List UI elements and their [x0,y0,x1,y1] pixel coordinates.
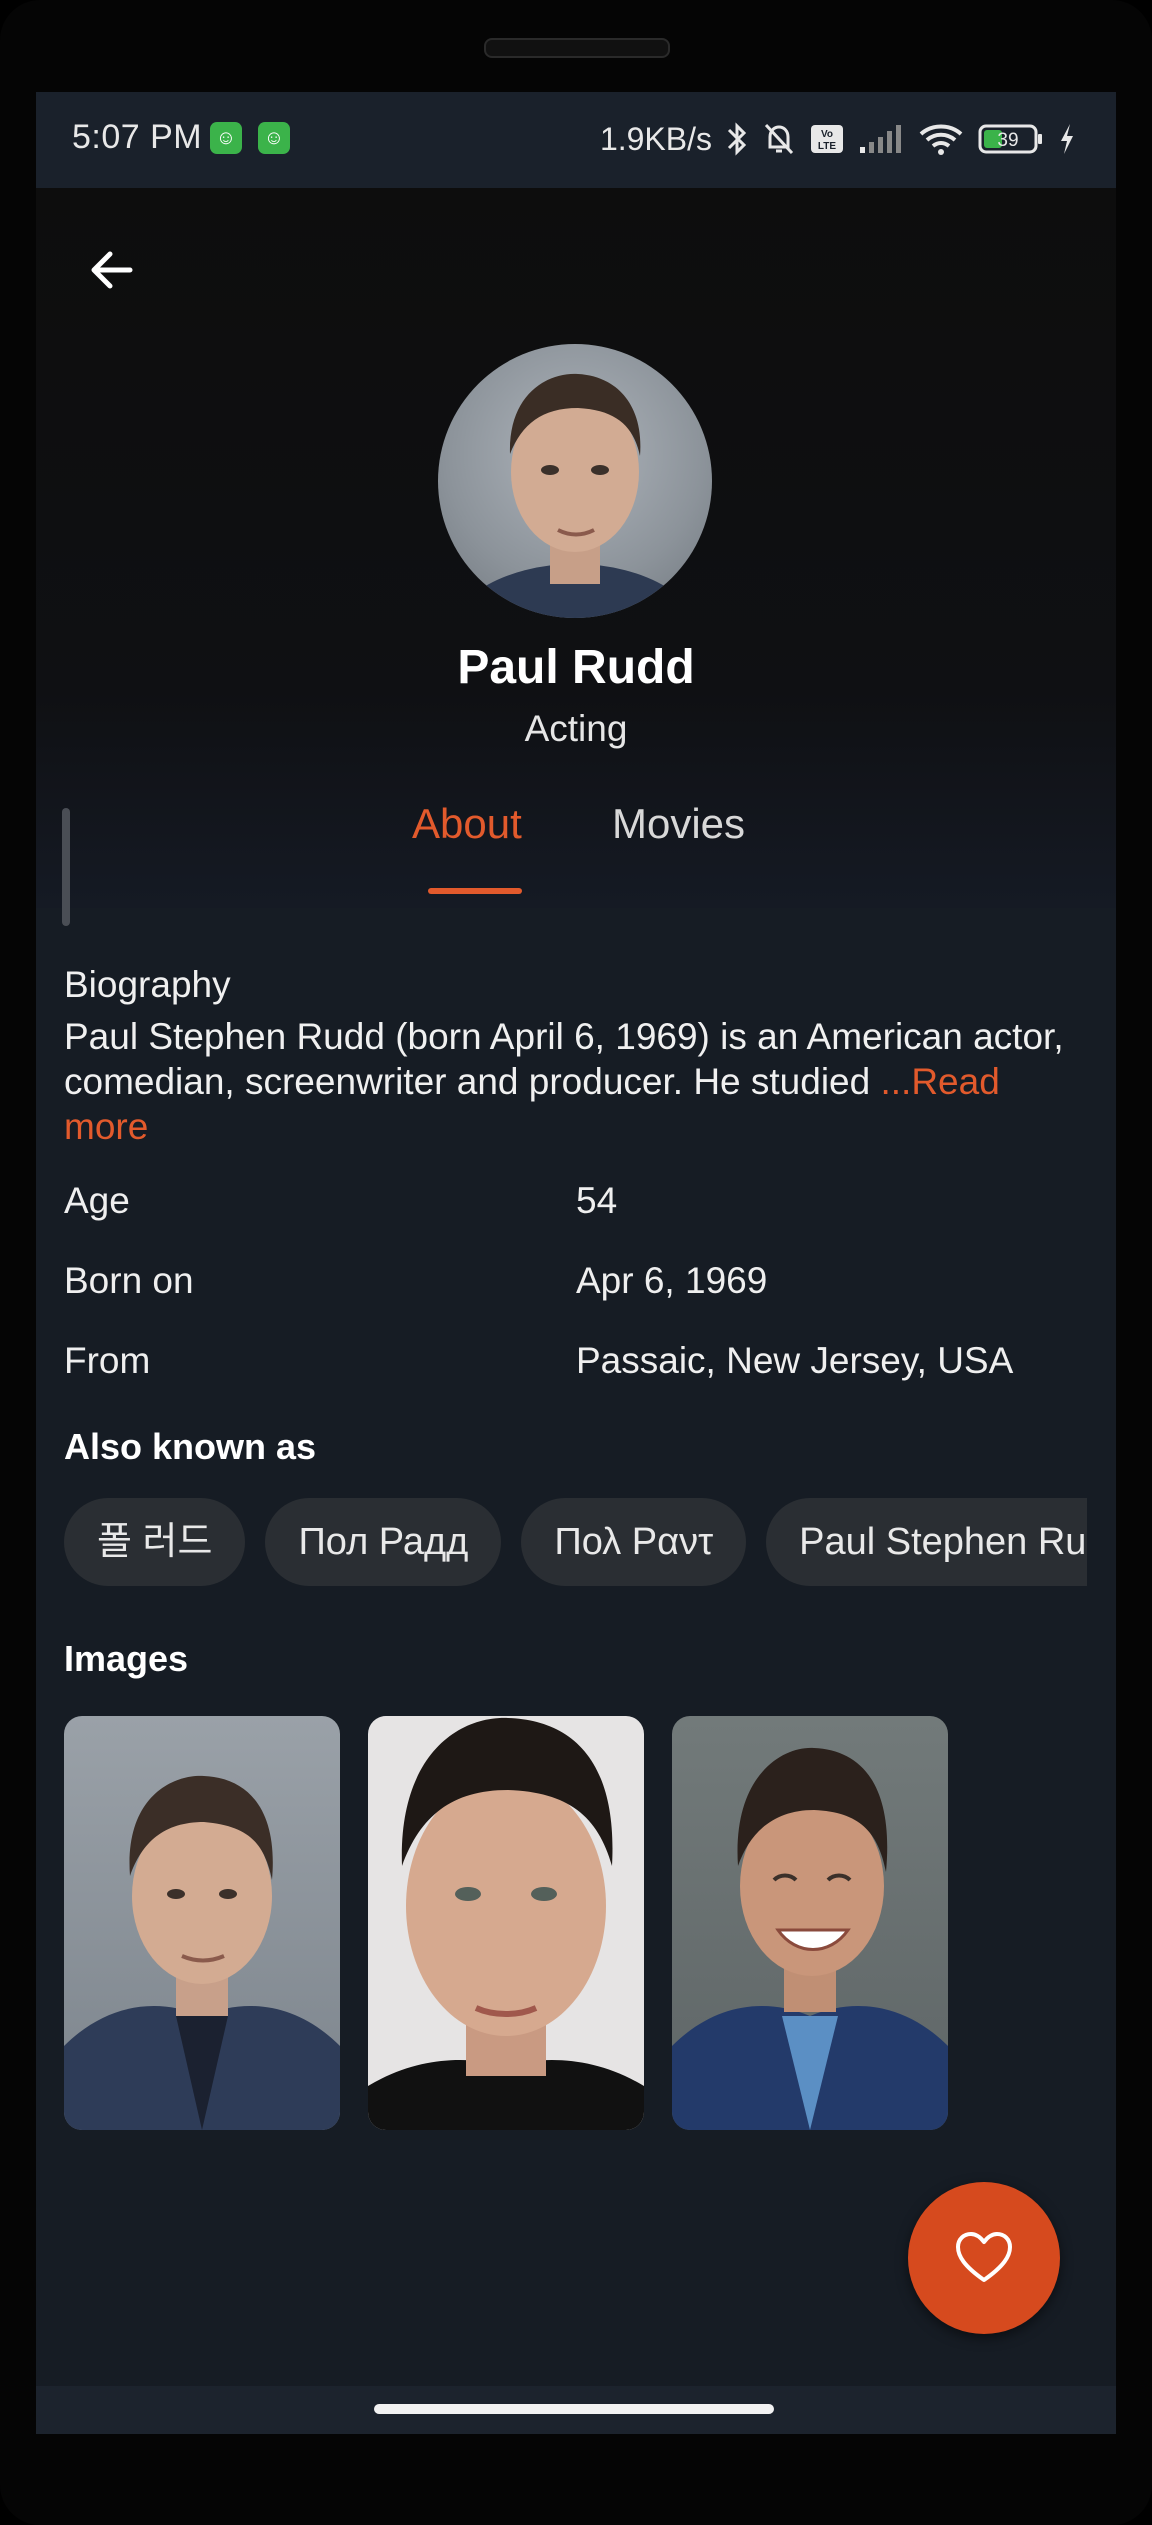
info-label: From [64,1340,151,1381]
wifi-icon [919,124,963,155]
profile-avatar [438,344,712,618]
tab-movies[interactable]: Movies [612,800,745,848]
info-value: Apr 6, 1969 [576,1260,768,1301]
gallery-image[interactable] [672,1716,948,2130]
gallery-image[interactable] [64,1716,340,2130]
info-row-born-on: Born on Apr 6, 1969 [64,1260,1094,1310]
bluetooth-icon [727,122,747,156]
info-row-from: From Passaic, New Jersey, USA [64,1340,1094,1390]
system-navigation-bar [36,2386,1116,2434]
aka-chip: 폴 러드 [64,1498,246,1586]
info-value: Passaic, New Jersey, USA [576,1340,1014,1381]
aka-chip: Paul Stephen Rudd [766,1498,1087,1586]
info-row-age: Age 54 [64,1180,1094,1230]
home-gesture-bar[interactable] [374,2404,774,2414]
aka-chip: Πολ Ραντ [521,1498,747,1586]
portrait-photo [64,1775,340,2130]
charging-icon [1061,124,1073,154]
battery-icon: 39 [978,124,1042,154]
portrait-photo [672,1747,948,2130]
scrollbar[interactable] [62,808,70,926]
status-icons: 1.9KB/s Vo LTE 39 [600,114,1076,164]
network-speed: 1.9KB/s [599,120,712,157]
bell-muted-icon [764,123,794,155]
portrait-photo [368,1717,644,2130]
info-label: Born on [64,1260,194,1301]
arrow-left-icon [91,251,133,289]
known-for-department: Acting [524,708,628,749]
also-known-as-list[interactable]: 폴 러드Пол РаддΠολ ΡαντPaul Stephen Rudd [64,1498,1087,1588]
profile-tabs: About Movies [36,800,1116,894]
svg-text:39: 39 [997,130,1018,151]
svg-text:LTE: LTE [818,141,836,152]
info-label: Age [64,1180,130,1221]
cellular-signal-icon [860,125,901,153]
status-bar: 5:07 PM ☺ ☺ 1.9KB/s Vo LTE 39 [36,92,1116,188]
volte-icon: Vo LTE [811,125,843,153]
phone-speaker [484,38,670,58]
phone-frame: 5:07 PM ☺ ☺ 1.9KB/s Vo LTE 39 Paul Rudd … [0,0,1152,2525]
svg-text:Vo: Vo [821,129,833,140]
aka-chip: Пол Радд [265,1498,502,1586]
images-heading: Images [64,1638,189,1679]
person-name: Paul Rudd [457,641,695,694]
app-notification-icon: ☺ [210,122,242,154]
active-tab-indicator [428,888,522,894]
status-time: 5:07 PM [72,118,203,156]
gallery-image[interactable] [368,1716,644,2130]
profile-header: Paul Rudd Acting About Movies [36,188,1116,926]
profile-photo [452,373,698,618]
also-known-as-heading: Also known as [64,1426,317,1467]
app-screen: 5:07 PM ☺ ☺ 1.9KB/s Vo LTE 39 Paul Rudd … [36,92,1116,2434]
tab-about[interactable]: About [412,800,522,848]
app-notification-icon: ☺ [258,122,290,154]
biography-heading: Biography [64,964,231,1005]
info-value: 54 [576,1180,618,1221]
heart-outline-icon [956,2232,1012,2282]
biography-text: Paul Stephen Rudd (born April 6, 1969) i… [64,1014,1094,1149]
favorite-button[interactable] [908,2182,1060,2334]
back-button[interactable] [80,238,144,302]
